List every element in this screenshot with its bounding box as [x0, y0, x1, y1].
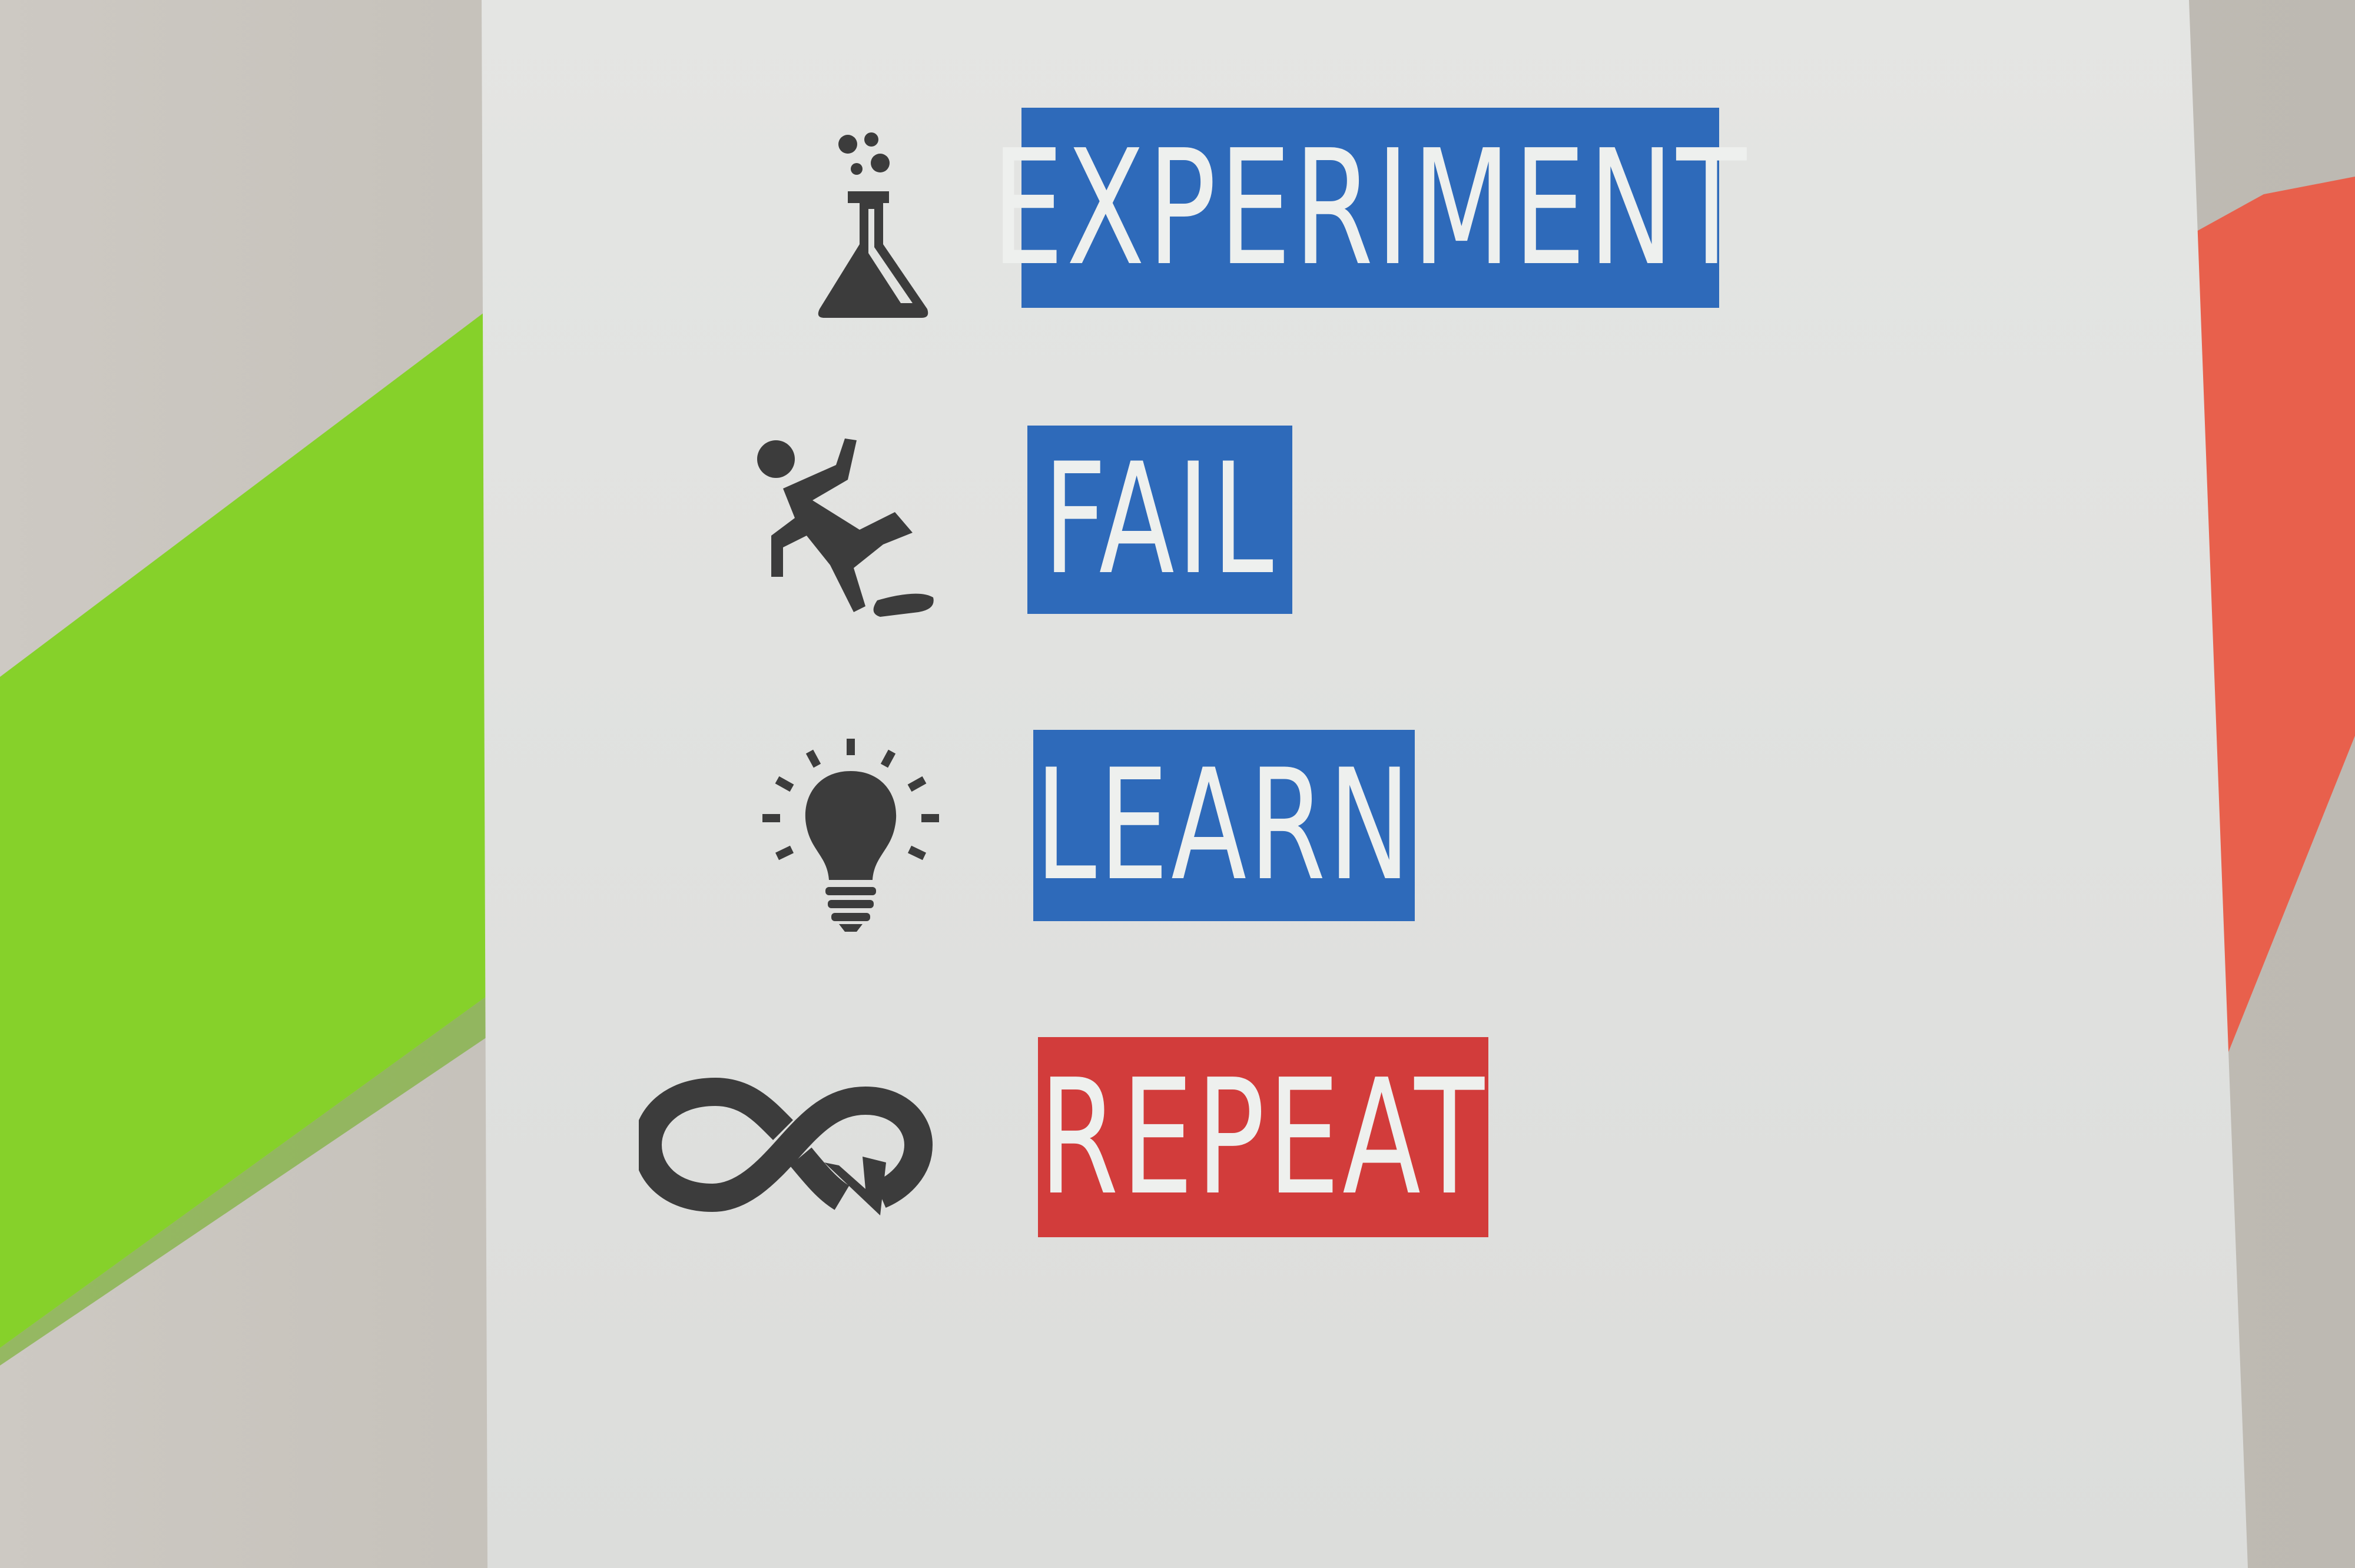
- slipping-person-icon: [748, 430, 942, 624]
- fail-label: FAIL: [1027, 426, 1292, 614]
- experiment-label: EXPERIMENT: [991, 108, 1746, 308]
- learn-label: LEARN: [1033, 730, 1415, 921]
- lightbulb-icon: [759, 739, 942, 933]
- infinity-loop-icon: [633, 1068, 942, 1221]
- repeat-label: REPEAT: [1038, 1037, 1488, 1237]
- flask-icon: [812, 127, 936, 321]
